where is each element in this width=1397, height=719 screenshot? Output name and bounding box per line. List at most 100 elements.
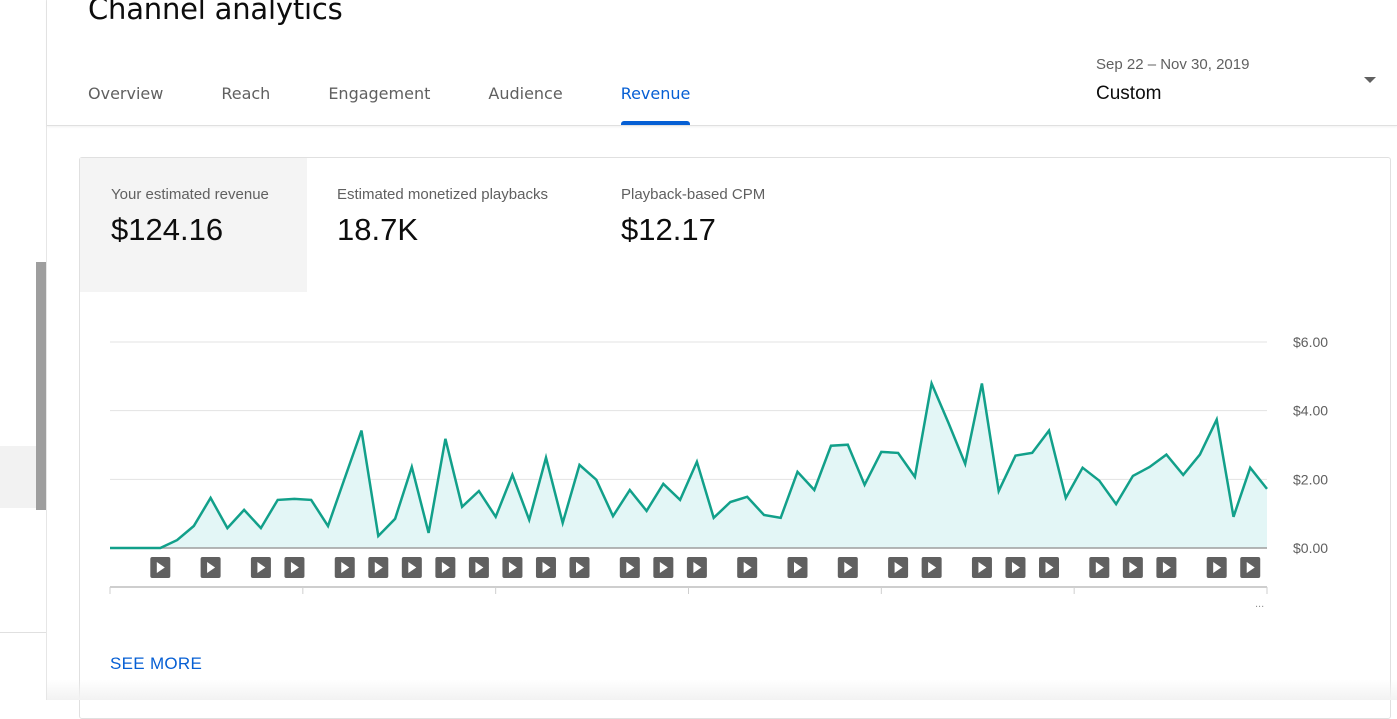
video-marker[interactable] (837, 557, 858, 578)
data-point (108, 546, 112, 550)
data-point (695, 460, 699, 464)
revenue-chart: $0.00 $2.00 $4.00 $6.00 (0, 0, 1397, 700)
data-point (527, 518, 531, 522)
video-markers (150, 557, 1261, 578)
data-point (460, 505, 464, 509)
data-point (1164, 453, 1168, 457)
video-marker[interactable] (401, 557, 422, 578)
x-axis (109, 586, 1268, 594)
data-point (795, 470, 799, 474)
video-marker[interactable] (686, 557, 707, 578)
video-marker[interactable] (787, 557, 808, 578)
data-point (578, 463, 582, 467)
video-marker[interactable] (888, 557, 909, 578)
video-marker[interactable] (1240, 557, 1261, 578)
data-point (544, 456, 548, 460)
video-marker[interactable] (1156, 557, 1177, 578)
video-marker[interactable] (368, 557, 389, 578)
video-marker[interactable] (435, 557, 456, 578)
chart-gridlines (110, 341, 1267, 480)
video-marker[interactable] (334, 557, 355, 578)
data-point (376, 534, 380, 538)
data-point (1198, 453, 1202, 457)
data-point (1181, 473, 1185, 477)
data-point (1215, 418, 1219, 422)
data-point (393, 517, 397, 521)
data-point (896, 451, 900, 455)
video-marker[interactable] (737, 557, 758, 578)
data-point (175, 538, 179, 542)
revenue-chart-svg: $0.00 $2.00 $4.00 $6.00 (108, 334, 1328, 594)
data-point (209, 496, 213, 500)
data-point (678, 498, 682, 502)
data-point (561, 521, 565, 525)
x-axis-overflow-label: ... (1255, 598, 1265, 610)
video-marker[interactable] (535, 557, 556, 578)
data-point (427, 531, 431, 535)
video-marker[interactable] (284, 557, 305, 578)
data-point (1114, 502, 1118, 506)
data-point (326, 524, 330, 528)
video-marker[interactable] (619, 557, 640, 578)
data-point (292, 497, 296, 501)
data-point (1097, 479, 1101, 483)
video-marker[interactable] (200, 557, 221, 578)
data-point (762, 513, 766, 517)
data-point (1131, 474, 1135, 478)
data-point (1248, 466, 1252, 470)
data-point (142, 546, 146, 550)
data-point (477, 489, 481, 493)
video-marker[interactable] (1039, 557, 1060, 578)
video-marker[interactable] (502, 557, 523, 578)
data-point (192, 524, 196, 528)
data-point (712, 516, 716, 520)
data-point (443, 437, 447, 441)
video-marker[interactable] (569, 557, 590, 578)
data-point (930, 382, 934, 386)
video-marker[interactable] (1089, 557, 1110, 578)
data-point (863, 483, 867, 487)
data-point (963, 462, 967, 466)
video-marker[interactable] (971, 557, 992, 578)
data-point (661, 482, 665, 486)
video-marker[interactable] (468, 557, 489, 578)
data-point (1148, 465, 1152, 469)
video-marker[interactable] (921, 557, 942, 578)
video-marker[interactable] (653, 557, 674, 578)
data-point (779, 516, 783, 520)
revenue-area-fill (110, 383, 1267, 548)
data-point (259, 526, 263, 530)
data-point (946, 421, 950, 425)
y-tick-label: $4.00 (1293, 403, 1328, 419)
data-point (510, 473, 514, 477)
y-tick-label: $0.00 (1293, 540, 1328, 556)
y-tick-label: $2.00 (1293, 471, 1328, 487)
data-point (829, 444, 833, 448)
y-axis-labels: $0.00 $2.00 $4.00 $6.00 (1293, 334, 1328, 556)
data-point (1047, 429, 1051, 433)
data-point (360, 429, 364, 433)
data-point (276, 498, 280, 502)
data-point (980, 382, 984, 386)
data-point (628, 488, 632, 492)
video-marker[interactable] (1206, 557, 1227, 578)
y-tick-label: $6.00 (1293, 334, 1328, 350)
see-more-button[interactable]: SEE MORE (110, 654, 202, 674)
data-point (745, 495, 749, 499)
data-point (1231, 515, 1235, 519)
data-point (158, 546, 162, 550)
video-marker[interactable] (1005, 557, 1026, 578)
data-point (1265, 487, 1269, 491)
data-point (645, 509, 649, 513)
data-point (410, 465, 414, 469)
data-point (997, 489, 1001, 493)
video-marker[interactable] (250, 557, 271, 578)
bottom-fade (47, 680, 1397, 700)
video-marker[interactable] (1122, 557, 1143, 578)
data-point (1081, 466, 1085, 470)
video-marker[interactable] (150, 557, 171, 578)
data-point (309, 498, 313, 502)
data-point (125, 546, 129, 550)
data-point (728, 500, 732, 504)
data-point (1064, 496, 1068, 500)
